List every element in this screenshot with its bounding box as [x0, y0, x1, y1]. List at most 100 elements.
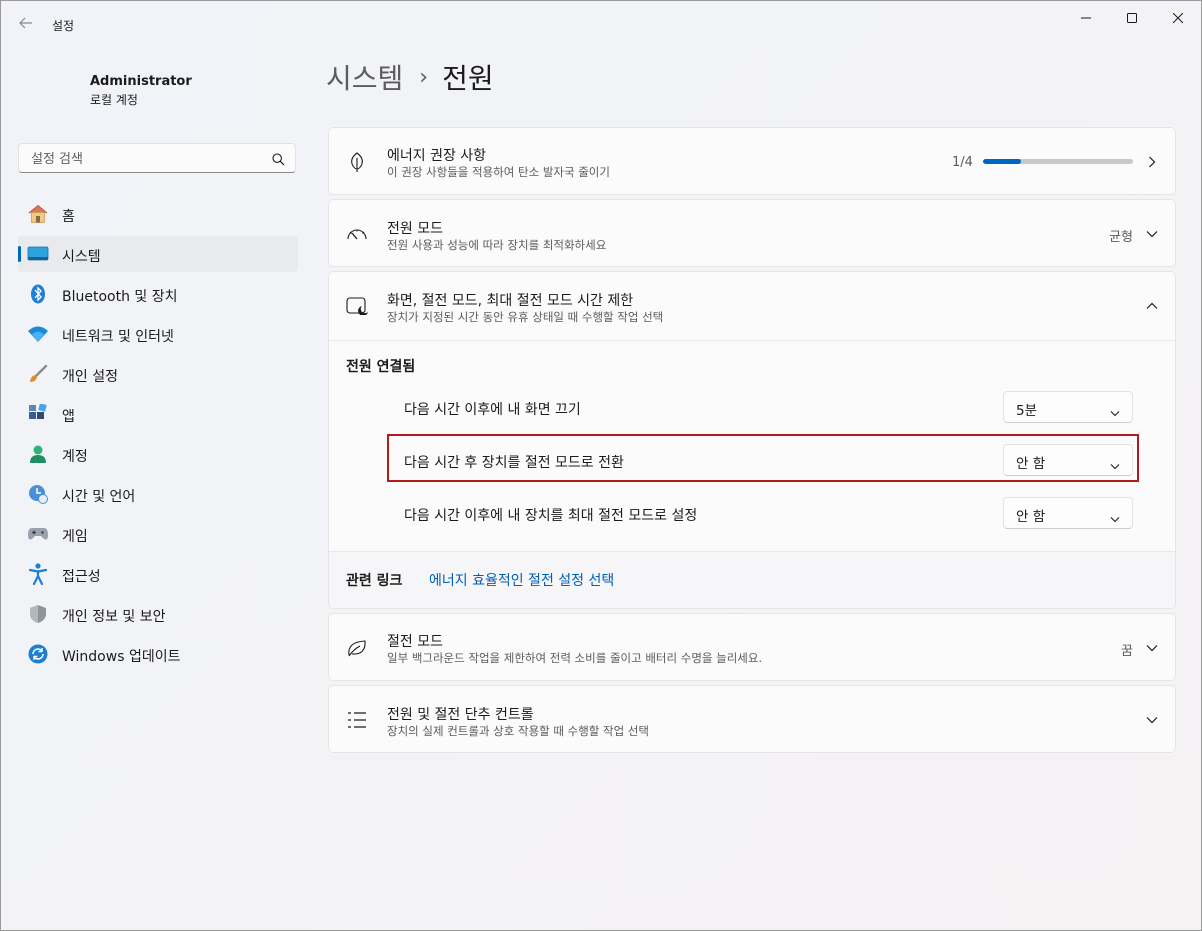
hibernate-dropdown[interactable]: 안 함 — [1003, 497, 1133, 529]
sidebar-item-label: 개인 정보 및 보안 — [62, 609, 166, 625]
progress-count: 1/4 — [952, 155, 973, 170]
sidebar-nav: 홈 시스템 Bluetooth 및 장치 네트워크 및 인터넷 개인 설정 앱 … — [18, 196, 298, 676]
sidebar-item-system[interactable]: 시스템 — [18, 236, 298, 272]
user-name: Administrator — [90, 74, 192, 89]
brush-icon — [27, 363, 49, 385]
card-subtitle: 장치가 지정된 시간 동안 유휴 상태일 때 수행할 작업 선택 — [387, 310, 664, 324]
search-box[interactable] — [18, 143, 296, 173]
power-button-controls-card[interactable]: 전원 및 절전 단추 컨트롤 장치의 실제 컨트롤과 상호 작용할 때 수행할 … — [328, 685, 1176, 753]
sidebar-item-label: 접근성 — [62, 569, 101, 585]
bluetooth-icon — [27, 283, 49, 305]
sidebar-item-network[interactable]: 네트워크 및 인터넷 — [18, 316, 298, 352]
sidebar-item-label: Windows 업데이트 — [62, 649, 181, 665]
screen-off-dropdown[interactable]: 5분 — [1003, 391, 1133, 423]
sidebar-item-personalization[interactable]: 개인 설정 — [18, 356, 298, 392]
sidebar-item-label: 시간 및 언어 — [62, 489, 136, 505]
maximize-icon — [1127, 13, 1137, 23]
system-icon — [27, 243, 49, 265]
sidebar-item-home[interactable]: 홈 — [18, 196, 298, 232]
breadcrumb-separator: › — [419, 64, 429, 90]
sidebar-item-label: 개인 설정 — [62, 369, 118, 385]
section-heading: 전원 연결됨 — [346, 359, 416, 375]
accessibility-icon — [27, 563, 49, 585]
gamepad-icon — [27, 523, 49, 545]
sidebar-item-label: 게임 — [62, 529, 88, 545]
chevron-down-icon — [1110, 508, 1120, 527]
card-title: 화면, 절전 모드, 최대 절전 모드 시간 제한 — [387, 293, 634, 309]
progress-fill — [983, 159, 1021, 164]
chevron-up-icon — [1145, 299, 1159, 313]
dropdown-value: 5분 — [1016, 403, 1038, 419]
sidebar-item-windows-update[interactable]: Windows 업데이트 — [18, 636, 298, 672]
card-title: 절전 모드 — [387, 634, 443, 650]
sleep-dropdown[interactable]: 안 함 — [1003, 444, 1133, 476]
screen-sleep-header[interactable]: 화면, 절전 모드, 최대 절전 모드 시간 제한 장치가 지정된 시간 동안 … — [329, 272, 1175, 340]
account-icon — [27, 443, 49, 465]
sidebar-item-accounts[interactable]: 계정 — [18, 436, 298, 472]
chevron-down-icon — [1110, 402, 1120, 421]
app-title: 설정 — [52, 19, 75, 33]
sidebar-item-label: Bluetooth 및 장치 — [62, 289, 178, 305]
chevron-right-icon — [1145, 155, 1159, 169]
dropdown-value: 안 함 — [1016, 509, 1046, 525]
card-title: 전원 및 절전 단추 컨트롤 — [387, 707, 534, 723]
sidebar-item-label: 앱 — [62, 409, 75, 425]
related-links-section: 관련 링크 에너지 효율적인 절전 설정 선택 — [329, 552, 1175, 608]
chevron-down-icon — [1145, 713, 1159, 727]
card-subtitle: 전원 사용과 성능에 따라 장치를 최적화하세요 — [387, 238, 607, 252]
card-subtitle: 장치의 실제 컨트롤과 상호 작용할 때 수행할 작업 선택 — [387, 724, 650, 738]
sidebar-item-label: 계정 — [62, 449, 88, 465]
apps-icon — [27, 403, 49, 425]
leaf-icon — [346, 151, 368, 173]
screen-sleep-card: 화면, 절전 모드, 최대 절전 모드 시간 제한 장치가 지정된 시간 동안 … — [328, 271, 1176, 609]
time-language-icon — [27, 483, 49, 505]
list-icon — [346, 709, 368, 731]
search-input[interactable] — [29, 149, 263, 169]
sidebar-item-privacy-security[interactable]: 개인 정보 및 보안 — [18, 596, 298, 632]
divider — [329, 340, 1175, 341]
power-mode-card[interactable]: 전원 모드 전원 사용과 성능에 따라 장치를 최적화하세요 균형 — [328, 199, 1176, 267]
back-arrow-icon[interactable] — [13, 11, 39, 37]
gauge-icon — [346, 223, 368, 245]
page-title: 전원 — [442, 62, 494, 95]
chevron-down-icon — [1145, 227, 1159, 241]
energy-saver-card[interactable]: 절전 모드 일부 백그라운드 작업을 제한하여 전력 소비를 줄이고 배터리 수… — [328, 613, 1176, 681]
progress-bar — [983, 159, 1133, 164]
sidebar-item-label: 네트워크 및 인터넷 — [62, 329, 174, 345]
setting-label: 다음 시간 이후에 내 장치를 최대 절전 모드로 설정 — [404, 508, 698, 524]
screen-sleep-icon — [346, 295, 368, 317]
wifi-icon — [27, 323, 49, 345]
close-button[interactable] — [1155, 1, 1201, 35]
sidebar-item-label: 시스템 — [62, 249, 101, 265]
sidebar-item-bluetooth[interactable]: Bluetooth 및 장치 — [18, 276, 298, 312]
shield-icon — [27, 603, 49, 625]
energy-recommendations-card[interactable]: 에너지 권장 사항 이 권장 사항들을 적용하여 탄소 발자국 줄이기 1/4 — [328, 127, 1176, 195]
account-type: 로컬 계정 — [90, 93, 138, 107]
card-subtitle: 일부 백그라운드 작업을 제한하여 전력 소비를 줄이고 배터리 수명을 늘리세… — [387, 651, 763, 665]
setting-label: 다음 시간 후 장치를 절전 모드로 전환 — [404, 455, 624, 471]
setting-label: 다음 시간 이후에 내 화면 끄기 — [404, 402, 581, 418]
sidebar-item-apps[interactable]: 앱 — [18, 396, 298, 432]
related-links-label: 관련 링크 — [346, 573, 403, 589]
sidebar-item-accessibility[interactable]: 접근성 — [18, 556, 298, 592]
energy-saver-value: 꿈 — [1121, 644, 1133, 659]
breadcrumb: 시스템 › 전원 — [326, 57, 494, 97]
search-icon[interactable] — [272, 151, 285, 170]
maximize-button[interactable] — [1109, 1, 1155, 35]
minimize-button[interactable] — [1063, 1, 1109, 35]
active-indicator — [18, 246, 21, 262]
close-icon — [1173, 13, 1183, 23]
breadcrumb-parent[interactable]: 시스템 — [326, 57, 403, 97]
home-icon — [27, 203, 49, 225]
card-title: 에너지 권장 사항 — [387, 148, 487, 164]
sidebar-item-gaming[interactable]: 게임 — [18, 516, 298, 552]
chevron-down-icon — [1145, 641, 1159, 655]
sidebar-item-label: 홈 — [62, 209, 75, 225]
chevron-down-icon — [1110, 455, 1120, 474]
sidebar-item-time-language[interactable]: 시간 및 언어 — [18, 476, 298, 512]
energy-efficient-sleep-link[interactable]: 에너지 효율적인 절전 설정 선택 — [429, 570, 614, 590]
settings-window: 설정 Administrator 로컬 계정 홈 — [0, 0, 1202, 931]
update-icon — [27, 643, 49, 665]
energy-saver-leaf-icon — [346, 637, 368, 659]
card-title: 전원 모드 — [387, 221, 443, 237]
